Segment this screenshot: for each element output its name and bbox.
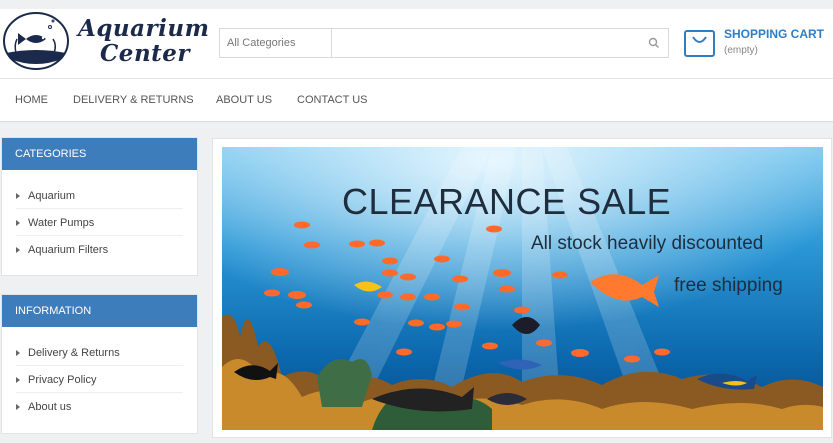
search-category-select[interactable]: All Categories — [220, 29, 332, 57]
banner-subtitle: All stock heavily discounted — [531, 233, 764, 254]
search-bar: All Categories — [219, 28, 669, 58]
banner-container: CLEARANCE SALE All stock heavily discoun… — [212, 138, 832, 438]
category-item-aquarium-filters[interactable]: Aquarium Filters — [16, 236, 183, 263]
search-icon[interactable] — [648, 37, 660, 49]
search-input[interactable] — [333, 29, 643, 57]
information-title: INFORMATION — [2, 295, 197, 327]
logo-text-line1: Aquarium — [78, 15, 210, 42]
categories-panel: CATEGORIES Aquarium Water Pumps Aquarium… — [1, 137, 198, 276]
shopping-bag-icon[interactable] — [683, 25, 716, 58]
info-item-about-us[interactable]: About us — [16, 393, 183, 420]
nav-contact-us[interactable]: CONTACT US — [297, 94, 368, 106]
logo[interactable]: Aquarium Center — [2, 9, 209, 71]
cart-status: (empty) — [724, 45, 758, 56]
logo-text-line2: Center — [100, 40, 191, 67]
site-header: Aquarium Center All Categories SHOPPING … — [0, 9, 833, 79]
banner-shipping: free shipping — [674, 275, 783, 296]
nav-home[interactable]: HOME — [15, 94, 48, 106]
nav-delivery-returns[interactable]: DELIVERY & RETURNS — [73, 94, 194, 106]
information-list: Delivery & Returns Privacy Policy About … — [2, 327, 197, 420]
info-item-privacy-policy[interactable]: Privacy Policy — [16, 366, 183, 393]
main-nav: HOME DELIVERY & RETURNS ABOUT US CONTACT… — [0, 79, 833, 122]
banner-title: CLEARANCE SALE — [342, 181, 672, 222]
categories-list: Aquarium Water Pumps Aquarium Filters — [2, 170, 197, 263]
cart-title[interactable]: SHOPPING CART — [724, 27, 824, 41]
information-panel: INFORMATION Delivery & Returns Privacy P… — [1, 294, 198, 434]
categories-title: CATEGORIES — [2, 138, 197, 170]
clearance-sale-banner[interactable]: CLEARANCE SALE All stock heavily discoun… — [222, 147, 823, 430]
category-item-aquarium[interactable]: Aquarium — [16, 182, 183, 209]
nav-about-us[interactable]: ABOUT US — [216, 94, 272, 106]
category-item-water-pumps[interactable]: Water Pumps — [16, 209, 183, 236]
fishbowl-icon — [3, 12, 69, 70]
info-item-delivery-returns[interactable]: Delivery & Returns — [16, 339, 183, 366]
